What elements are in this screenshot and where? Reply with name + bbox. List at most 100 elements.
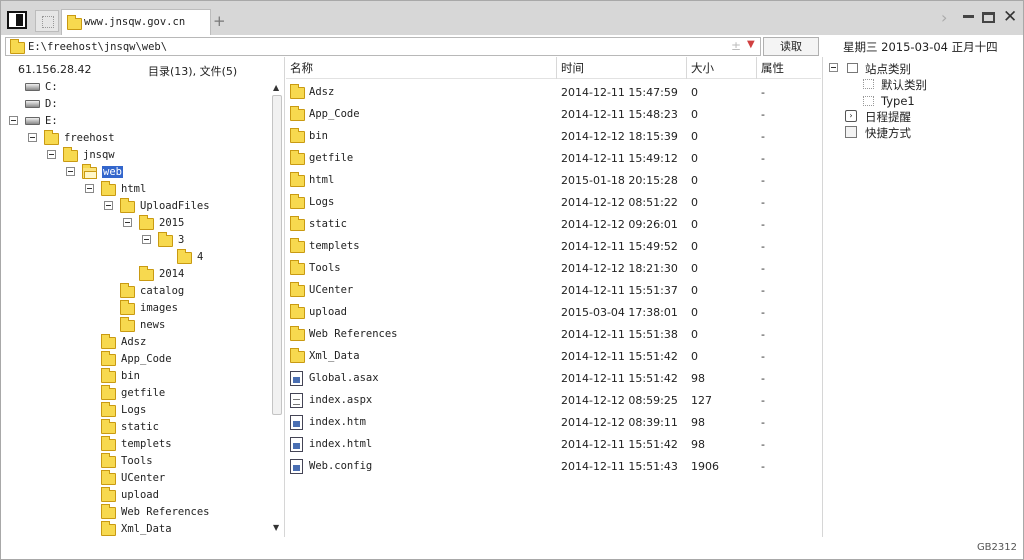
tree-node[interactable]: E: [1, 113, 269, 130]
favorite-icon[interactable]: ± [731, 39, 741, 53]
tree-node[interactable]: 2015 [1, 215, 269, 232]
collapse-toggle[interactable] [9, 116, 18, 125]
collapse-toggle[interactable] [47, 150, 56, 159]
site-category-node[interactable]: 站点类别 [827, 61, 1017, 77]
collapse-toggle[interactable] [28, 133, 37, 142]
read-button[interactable]: 读取 [763, 37, 819, 56]
tree-node[interactable]: App_Code [1, 351, 269, 368]
file-time-cell: 2014-12-12 09:26:01 [561, 218, 678, 231]
category-type1[interactable]: Type1 [863, 94, 1013, 110]
chevron-right-icon[interactable]: › [941, 8, 947, 27]
table-row[interactable]: static 2014-12-12 09:26:01 0 - [286, 214, 821, 236]
maximize-icon[interactable] [982, 12, 995, 23]
file-time-cell: 2014-12-11 15:51:43 [561, 460, 678, 473]
table-row[interactable]: Web.config 2014-12-11 15:51:43 1906 - [286, 456, 821, 478]
tree-node[interactable]: Xml_Data [1, 521, 269, 538]
table-row[interactable]: UCenter 2014-12-11 15:51:37 0 - [286, 280, 821, 302]
site-panel: 站点类别 默认类别 Type1 › 日程提醒 快捷方式 [822, 57, 1023, 537]
tree-node[interactable]: images [1, 300, 269, 317]
tree-node[interactable]: Web References [1, 504, 269, 521]
tree-node[interactable]: D: [1, 96, 269, 113]
table-row[interactable]: index.html 2014-12-11 15:51:42 98 - [286, 434, 821, 456]
collapse-toggle[interactable] [142, 235, 151, 244]
tree-node[interactable]: UCenter [1, 470, 269, 487]
tree-node[interactable]: templets [1, 436, 269, 453]
schedule-node[interactable]: › 日程提醒 [845, 109, 1015, 125]
tree-node[interactable]: web [1, 164, 269, 181]
new-tab-plus-icon[interactable]: + [213, 12, 226, 30]
tree-node[interactable]: 4 [1, 249, 269, 266]
file-time-cell: 2015-03-04 17:38:01 [561, 306, 678, 319]
tree-node[interactable]: Logs [1, 402, 269, 419]
tree-node[interactable]: catalog [1, 283, 269, 300]
table-row[interactable]: getfile 2014-12-11 15:49:12 0 - [286, 148, 821, 170]
tree-node[interactable]: bin [1, 368, 269, 385]
table-row[interactable]: Adsz 2014-12-11 15:47:59 0 - [286, 82, 821, 104]
file-time-cell: 2015-01-18 20:15:28 [561, 174, 678, 187]
tree-node-label: 2015 [159, 217, 185, 229]
file-list-pane: 名称 时间 大小 属性 Adsz 2014-12-11 15:47:59 0- App… [286, 57, 821, 537]
column-attr[interactable]: 属性 [757, 57, 821, 79]
scroll-thumb[interactable] [272, 95, 282, 415]
server-ip: 61.156.28.42 [18, 63, 92, 76]
table-row[interactable]: index.aspx 2014-12-12 08:59:25 127 - [286, 390, 821, 412]
file-size-cell: 0 [691, 284, 698, 297]
table-row[interactable]: templets 2014-12-11 15:49:52 0 - [286, 236, 821, 258]
tree-node[interactable]: 3 [1, 232, 269, 249]
table-row[interactable]: Xml_Data 2014-12-11 15:51:42 0 - [286, 346, 821, 368]
sidebar-toggle-icon[interactable] [7, 11, 27, 29]
tree-scrollbar[interactable]: ▲ ▼ [271, 83, 283, 535]
collapse-toggle[interactable] [829, 63, 838, 72]
folder-icon [10, 39, 25, 54]
tree-node[interactable]: UploadFiles [1, 198, 269, 215]
category-default[interactable]: 默认类别 [863, 77, 1013, 93]
category-icon [847, 63, 858, 73]
file-attr-cell: - [761, 240, 765, 253]
table-row[interactable]: Global.asax 2014-12-11 15:51:42 98 - [286, 368, 821, 390]
file-attr-cell: - [761, 438, 765, 451]
close-icon[interactable]: ✕ [1003, 7, 1017, 27]
tree-node[interactable]: C: [1, 79, 269, 96]
file-attr-cell: - [761, 350, 765, 363]
tab-blank[interactable] [35, 10, 59, 32]
table-row[interactable]: html 2015-01-18 20:15:28 0 - [286, 170, 821, 192]
table-row[interactable]: upload 2015-03-04 17:38:01 0 - [286, 302, 821, 324]
tree-node[interactable]: news [1, 317, 269, 334]
tree-node[interactable]: getfile [1, 385, 269, 402]
collapse-toggle[interactable] [123, 218, 132, 227]
tree-node[interactable]: Tools [1, 453, 269, 470]
tree-node[interactable]: Adsz [1, 334, 269, 351]
tree-node[interactable]: 2014 [1, 266, 269, 283]
tree-node-label: Adsz [121, 336, 147, 348]
tree-node[interactable]: html [1, 181, 269, 198]
tree-node-label: E: [45, 115, 58, 127]
minimize-icon[interactable] [963, 15, 974, 18]
column-size[interactable]: 大小 [687, 57, 757, 79]
file-attr-cell: - [761, 108, 765, 121]
address-input[interactable]: E:\freehost\jnsqw\web\ ± ▼ [5, 37, 761, 56]
table-row[interactable]: Web References 2014-12-11 15:51:38 0 - [286, 324, 821, 346]
table-row[interactable]: App_Code 2014-12-11 15:48:23 0 - [286, 104, 821, 126]
tab-active[interactable]: www.jnsqw.gov.cn [61, 9, 211, 35]
table-row[interactable]: index.htm 2014-12-12 08:39:11 98 - [286, 412, 821, 434]
chevron-down-icon[interactable]: ▼ [747, 39, 755, 50]
tree-node[interactable]: static [1, 419, 269, 436]
tree-node-label: C: [45, 81, 58, 93]
scroll-up-icon[interactable]: ▲ [273, 83, 279, 92]
collapse-toggle[interactable] [85, 184, 94, 193]
tree-node[interactable]: upload [1, 487, 269, 504]
column-time[interactable]: 时间 [557, 57, 687, 79]
table-row[interactable]: Logs 2014-12-12 08:51:22 0 - [286, 192, 821, 214]
scroll-down-icon[interactable]: ▼ [273, 523, 279, 532]
table-row[interactable]: Tools 2014-12-12 18:21:30 0 - [286, 258, 821, 280]
tree-node[interactable]: jnsqw [1, 147, 269, 164]
folder-icon [67, 15, 82, 30]
tree-node[interactable]: freehost [1, 130, 269, 147]
tree-node-label: UploadFiles [140, 200, 210, 212]
collapse-toggle[interactable] [104, 201, 113, 210]
collapse-toggle[interactable] [66, 167, 75, 176]
status-bar: GB2312 [1, 538, 1023, 559]
shortcuts-node[interactable]: 快捷方式 [845, 125, 1015, 141]
column-name[interactable]: 名称 [286, 57, 557, 79]
table-row[interactable]: bin 2014-12-12 18:15:39 0 - [286, 126, 821, 148]
